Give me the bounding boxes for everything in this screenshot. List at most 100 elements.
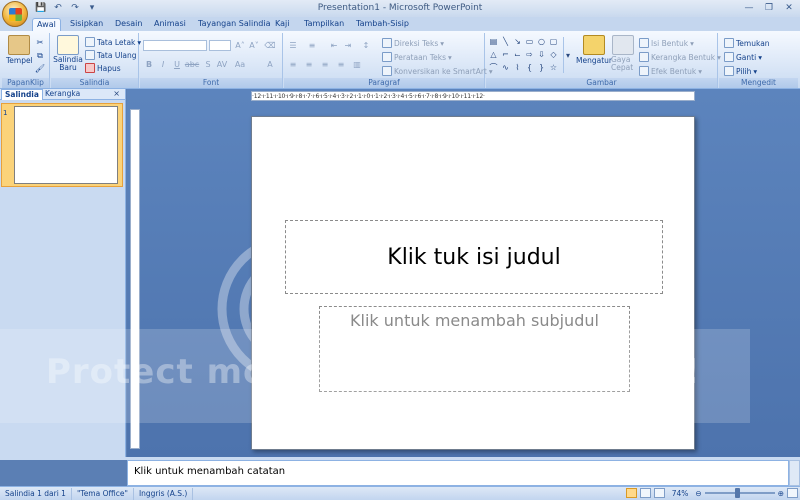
tab-awal[interactable]: Awal	[32, 18, 61, 31]
clear-format-icon[interactable]: ⌫	[264, 40, 276, 51]
replace-button[interactable]: Ganti ▾	[724, 52, 762, 62]
title-placeholder[interactable]: Klik tuk isi judul	[285, 220, 663, 294]
zoom-slider-thumb[interactable]	[734, 488, 740, 498]
delete-slide-button[interactable]: Hapus	[85, 63, 121, 73]
shrink-font-icon[interactable]: A˅	[248, 40, 260, 51]
decrease-indent-icon[interactable]: ⇤	[328, 40, 340, 51]
copy-icon[interactable]: ⧉	[34, 50, 46, 61]
tab-kaji[interactable]: Kaji	[271, 18, 293, 31]
reset-button[interactable]: Tata Ulang	[85, 50, 137, 60]
quick-styles-button[interactable]: Gaya Cepat	[611, 35, 634, 72]
down-arrow-shape-icon[interactable]: ⇩	[537, 50, 546, 59]
slide-thumbnail[interactable]	[14, 106, 118, 184]
change-case-icon[interactable]: Aa	[234, 59, 246, 70]
columns-icon[interactable]: ▥	[351, 59, 363, 70]
freeform-shape-icon[interactable]: ∿	[501, 63, 510, 72]
numbering-icon[interactable]: ≡	[306, 40, 318, 51]
tab-sisipkan[interactable]: Sisipkan	[66, 18, 107, 31]
elbow-shape-icon[interactable]: ⌙	[513, 50, 522, 59]
line-spacing-icon[interactable]: ↕	[360, 40, 372, 51]
tab-animasi[interactable]: Animasi	[150, 18, 190, 31]
textbox-shape-icon[interactable]: ▤	[489, 37, 498, 46]
shadow-icon[interactable]: S	[202, 59, 214, 70]
watermark-text: Protect more	[46, 352, 310, 392]
arrange-button[interactable]: Mengatur	[576, 35, 612, 65]
notes-scrollbar[interactable]	[789, 460, 800, 486]
drawing-group: ▤ ╲ ↘ ▭ ○ ▢ △ ⌐ ⌙ ⇨ ⇩ ◇ ⌒ ∿ ⌇ { } ☆ ▾ Me…	[486, 33, 721, 88]
shape-outline-button[interactable]: Kerangka Bentuk ▾	[639, 52, 721, 62]
horizontal-ruler: ·12·ı·11·ı·10·ı·9·ı·8·ı·7·ı·6·ı·5·ı·4·ı·…	[251, 91, 695, 101]
shape-effects-button[interactable]: Efek Bentuk ▾	[639, 66, 702, 76]
tab-outline[interactable]: Kerangka	[42, 89, 83, 100]
font-name-combo[interactable]	[143, 40, 207, 51]
align-center-icon[interactable]: ≡	[303, 59, 315, 70]
bullets-icon[interactable]: ☰	[287, 40, 299, 51]
font-color-icon[interactable]: A	[264, 59, 276, 70]
rectangle-shape-icon[interactable]: ▭	[525, 37, 534, 46]
justify-icon[interactable]: ≡	[335, 59, 347, 70]
normal-view-icon[interactable]	[625, 488, 637, 498]
format-painter-icon[interactable]: 🖌	[34, 63, 46, 74]
zoom-slider[interactable]	[704, 488, 775, 498]
rounded-rect-shape-icon[interactable]: ▢	[549, 37, 558, 46]
align-left-icon[interactable]: ≡	[287, 59, 299, 70]
underline-icon[interactable]: U	[171, 59, 183, 70]
tab-tambah-sisip[interactable]: Tambah-Sisip	[352, 18, 413, 31]
zoom-out-icon[interactable]: ⊖	[695, 489, 701, 498]
minimize-icon[interactable]: —	[742, 1, 756, 14]
language-status[interactable]: Inggris (A.S.)	[134, 487, 194, 500]
connector-shape-icon[interactable]: ⌐	[501, 50, 510, 59]
smartart-button[interactable]: Konversikan ke SmartArt ▾	[382, 66, 493, 76]
oval-shape-icon[interactable]: ○	[537, 37, 546, 46]
tab-slides[interactable]: Salindia	[1, 89, 43, 100]
align-text-button[interactable]: Perataan Teks ▾	[382, 52, 452, 62]
notes-pane[interactable]: Klik untuk menambah catatan	[127, 460, 789, 486]
bold-icon[interactable]: B	[143, 59, 155, 70]
select-button[interactable]: Pilih ▾	[724, 66, 757, 76]
tab-desain[interactable]: Desain	[111, 18, 146, 31]
increase-indent-icon[interactable]: ⇥	[342, 40, 354, 51]
find-button[interactable]: Temukan	[724, 38, 770, 48]
tab-tayangan-salindia[interactable]: Tayangan Salindia	[194, 18, 274, 31]
scribble-shape-icon[interactable]: ⌇	[513, 63, 522, 72]
zoom-in-icon[interactable]: ⊕	[778, 489, 784, 498]
shape-outline-icon	[639, 52, 649, 62]
brace-left-shape-icon[interactable]: {	[525, 63, 534, 72]
curve-shape-icon[interactable]: ⌒	[489, 63, 498, 72]
layout-button[interactable]: Tata Letak ▾	[85, 37, 141, 47]
paragraph-label: Paragraf	[284, 78, 484, 88]
shapes-more-icon[interactable]: ▾	[563, 37, 572, 73]
cut-icon[interactable]: ✂	[34, 37, 46, 48]
slideshow-view-icon[interactable]	[653, 488, 665, 498]
editing-group: Temukan Ganti ▾ Pilih ▾ Mengedit	[719, 33, 798, 88]
align-right-icon[interactable]: ≡	[319, 59, 331, 70]
char-spacing-icon[interactable]: AV	[216, 59, 228, 70]
brace-right-shape-icon[interactable]: }	[537, 63, 546, 72]
star-shape-icon[interactable]: ☆	[549, 63, 558, 72]
arrow-shape-icon[interactable]: ↘	[513, 37, 522, 46]
paragraph-group: ☰ ≡ ⇤ ⇥ ↕ ≡ ≡ ≡ ≡ ▥ Direksi Teks ▾ Perat…	[284, 33, 493, 88]
grow-font-icon[interactable]: A˄	[234, 40, 246, 51]
new-slide-button[interactable]: Salindia Baru	[53, 35, 83, 72]
font-label: Font	[140, 78, 282, 88]
tab-tampilkan[interactable]: Tampilkan	[300, 18, 348, 31]
font-size-combo[interactable]	[209, 40, 231, 51]
italic-icon[interactable]: I	[157, 59, 169, 70]
fit-slide-icon[interactable]	[787, 488, 798, 498]
slide-sorter-view-icon[interactable]	[639, 488, 651, 498]
close-pane-icon[interactable]: ×	[113, 89, 120, 98]
close-icon[interactable]: ✕	[782, 1, 796, 14]
paste-button[interactable]: Tempel	[6, 35, 33, 65]
triangle-shape-icon[interactable]: △	[489, 50, 498, 59]
strikethrough-icon[interactable]: abc	[185, 59, 199, 70]
restore-icon[interactable]: ❐	[762, 1, 776, 14]
shape-effects-icon	[639, 66, 649, 76]
zoom-level[interactable]: 74%	[668, 489, 693, 498]
flowchart-shape-icon[interactable]: ◇	[549, 50, 558, 59]
shape-fill-button[interactable]: Isi Bentuk ▾	[639, 38, 694, 48]
text-direction-button[interactable]: Direksi Teks ▾	[382, 38, 444, 48]
line-shape-icon[interactable]: ╲	[501, 37, 510, 46]
watermark-suffix: !	[684, 352, 700, 392]
right-arrow-shape-icon[interactable]: ⇨	[525, 50, 534, 59]
office-button[interactable]	[2, 1, 28, 27]
